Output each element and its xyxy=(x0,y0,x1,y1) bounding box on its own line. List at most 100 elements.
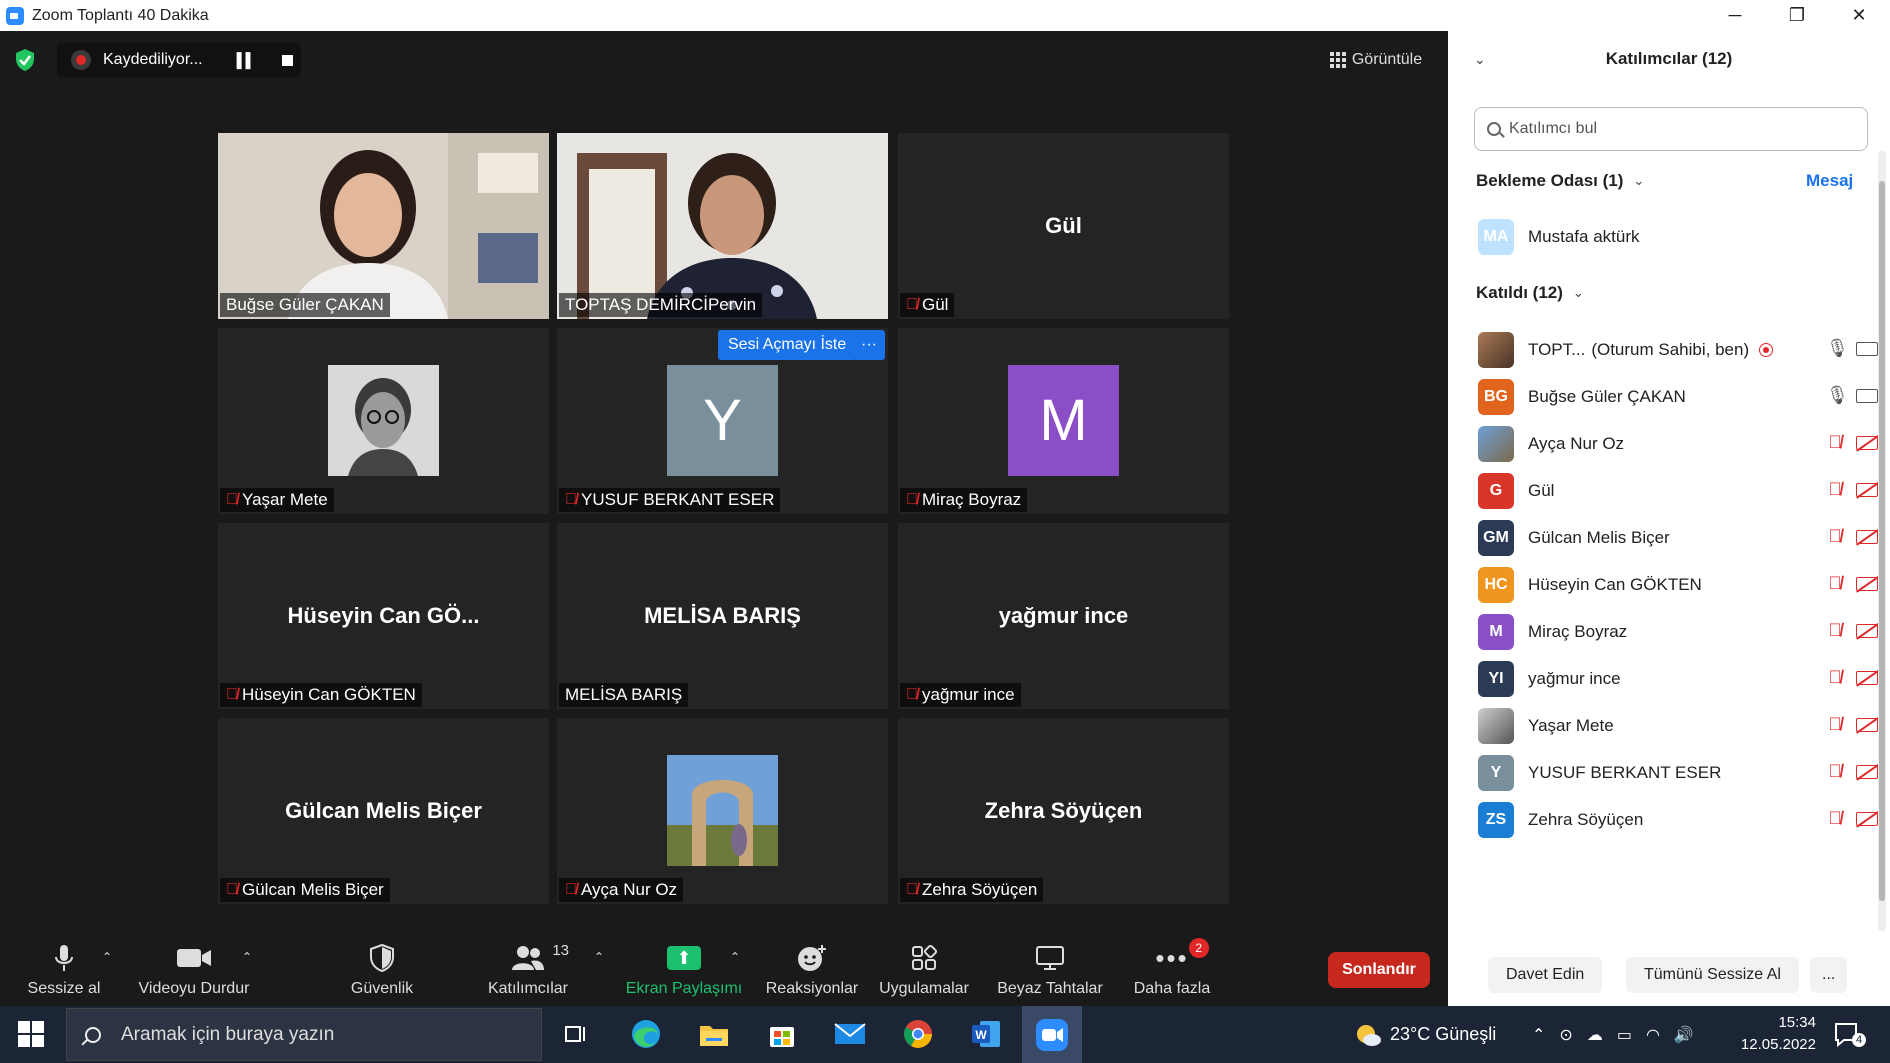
participants-panel: ⌄ Katılımcılar (12) Bekleme Odası (1) ⌄ … xyxy=(1448,31,1890,1006)
pause-recording-button[interactable]: ▌▌ xyxy=(237,52,256,68)
security-button[interactable]: Güvenlik xyxy=(342,936,422,1006)
end-meeting-button[interactable]: Sonlandır xyxy=(1328,952,1430,988)
video-camera-off-icon[interactable] xyxy=(1856,717,1884,732)
participant-row[interactable]: M Miraç Boyraz 🎙̸ xyxy=(1478,612,1884,652)
participant-row[interactable]: GM Gülcan Melis Biçer 🎙̸ xyxy=(1478,518,1884,558)
video-tile[interactable]: 🎙̸ Yaşar Mete xyxy=(218,328,549,514)
participant-row[interactable]: Ayça Nur Oz 🎙̸ xyxy=(1478,424,1884,464)
close-button[interactable]: ✕ xyxy=(1828,0,1890,31)
video-tile-active-speaker[interactable]: TOPTAŞ DEMİRCİPervin xyxy=(557,133,888,319)
participant-row[interactable]: G Gül 🎙̸ xyxy=(1478,471,1884,511)
stop-video-button[interactable]: Videoyu Durdur xyxy=(134,936,254,1006)
invite-button[interactable]: Davet Edin xyxy=(1488,957,1603,993)
weather-widget[interactable]: 23°C Güneşli xyxy=(1354,1006,1496,1063)
video-camera-icon[interactable] xyxy=(1856,341,1884,356)
video-camera-icon[interactable] xyxy=(1856,388,1884,403)
video-camera-off-icon[interactable] xyxy=(1856,764,1884,779)
file-explorer-icon[interactable] xyxy=(694,1014,734,1054)
participant-search-input[interactable] xyxy=(1509,120,1849,138)
video-tile[interactable]: Gülcan Melis Biçer 🎙̸ Gülcan Melis Biçer xyxy=(218,718,549,904)
mute-all-button[interactable]: Tümünü Sessize Al xyxy=(1626,957,1799,993)
taskbar-clock[interactable]: 15:34 12.05.2022 xyxy=(1730,1012,1816,1056)
participant-search[interactable] xyxy=(1474,107,1868,151)
video-tile[interactable]: 🎙̸ Ayça Nur Oz xyxy=(557,718,888,904)
video-tile[interactable]: Gül 🎙̸ Gül xyxy=(898,133,1229,319)
edge-browser-icon[interactable] xyxy=(626,1014,666,1054)
volume-icon[interactable]: 🔊 xyxy=(1674,1025,1694,1045)
participant-display-name: Gül xyxy=(1045,213,1082,238)
video-camera-off-icon[interactable] xyxy=(1856,670,1884,685)
video-camera-off-icon[interactable] xyxy=(1856,576,1884,591)
microphone-muted-icon[interactable]: 🎙̸ xyxy=(1826,479,1844,500)
share-screen-button[interactable]: ⬆ Ekran Paylaşımı xyxy=(624,936,744,1006)
chrome-icon[interactable] xyxy=(898,1014,938,1054)
request-unmute-button[interactable]: Sesi Açmayı İste xyxy=(718,330,857,360)
microphone-muted-icon[interactable]: 🎙̸ xyxy=(1826,573,1844,594)
mute-button[interactable]: Sessize al xyxy=(24,936,104,1006)
more-button[interactable]: ••• 2 Daha fazla xyxy=(1126,936,1218,1006)
battery-icon[interactable]: ▭ xyxy=(1617,1025,1632,1045)
video-tile[interactable]: M 🎙̸ Miraç Boyraz xyxy=(898,328,1229,514)
microphone-muted-icon[interactable]: 🎙̸ xyxy=(1826,432,1844,453)
video-tile[interactable]: Buğse Güler ÇAKAN xyxy=(218,133,549,319)
participant-row[interactable]: BG Buğse Güler ÇAKAN 🎙 xyxy=(1478,377,1884,417)
video-tile[interactable]: MELİSA BARIŞ MELİSA BARIŞ xyxy=(557,523,888,709)
participant-photo xyxy=(667,755,778,866)
share-options-chevron-icon[interactable]: ⌃ xyxy=(730,950,740,964)
view-button[interactable]: Görüntüle xyxy=(1320,41,1432,79)
participant-row[interactable]: TOPT... (Oturum Sahibi, ben) 🎙 xyxy=(1478,330,1884,370)
meet-now-icon[interactable]: ⊙ xyxy=(1559,1025,1572,1045)
participants-options-chevron-icon[interactable]: ⌃ xyxy=(594,950,604,964)
waiting-participant-row[interactable]: MA Mustafa aktürk xyxy=(1478,217,1878,257)
joined-header[interactable]: Katıldı (12) ⌄ xyxy=(1476,283,1584,303)
video-tile[interactable]: Zehra Söyüçen 🎙̸ Zehra Söyüçen xyxy=(898,718,1229,904)
microphone-muted-icon[interactable]: 🎙̸ xyxy=(1826,761,1844,782)
waiting-room-header[interactable]: Bekleme Odası (1) ⌄ xyxy=(1476,171,1644,191)
microphone-muted-icon[interactable]: 🎙̸ xyxy=(1826,620,1844,641)
video-camera-off-icon[interactable] xyxy=(1856,811,1884,826)
windows-start-icon[interactable] xyxy=(18,1021,44,1047)
video-tile[interactable]: yağmur ince 🎙̸ yağmur ince xyxy=(898,523,1229,709)
stop-recording-button[interactable] xyxy=(282,54,294,66)
minimize-button[interactable]: ─ xyxy=(1704,0,1766,31)
panel-scrollbar[interactable] xyxy=(1878,151,1886,931)
reactions-button[interactable]: Reaksiyonlar xyxy=(762,936,862,1006)
whiteboards-button[interactable]: Beyaz Tahtalar xyxy=(994,936,1106,1006)
mail-icon[interactable] xyxy=(830,1014,870,1054)
message-waiting-room-link[interactable]: Mesaj xyxy=(1806,171,1853,191)
panel-more-button[interactable]: ... xyxy=(1810,957,1848,993)
panel-title: Katılımcılar (12) xyxy=(1605,49,1733,68)
participant-row[interactable]: Y YUSUF BERKANT ESER 🎙̸ xyxy=(1478,753,1884,793)
participant-row[interactable]: YI yağmur ince 🎙̸ xyxy=(1478,659,1884,699)
video-camera-off-icon[interactable] xyxy=(1856,529,1884,544)
word-icon[interactable]: W xyxy=(966,1014,1006,1054)
microsoft-store-icon[interactable] xyxy=(762,1014,802,1054)
apps-button[interactable]: Uygulamalar xyxy=(874,936,974,1006)
video-camera-off-icon[interactable] xyxy=(1856,482,1884,497)
wifi-icon[interactable]: ◠ xyxy=(1646,1025,1660,1045)
microphone-icon[interactable]: 🎙 xyxy=(1826,385,1849,406)
taskbar-search[interactable]: Aramak için buraya yazın xyxy=(66,1008,542,1061)
microphone-muted-icon[interactable]: 🎙̸ xyxy=(1826,714,1844,735)
task-view-icon[interactable] xyxy=(556,1014,596,1054)
tile-more-button[interactable]: ··· xyxy=(853,330,885,360)
video-camera-off-icon[interactable] xyxy=(1856,623,1884,638)
encryption-shield-icon[interactable] xyxy=(14,48,36,72)
video-options-chevron-icon[interactable]: ⌃ xyxy=(242,950,252,964)
participant-row[interactable]: HC Hüseyin Can GÖKTEN 🎙̸ xyxy=(1478,565,1884,605)
restore-button[interactable]: ❐ xyxy=(1766,0,1828,31)
microphone-muted-icon[interactable]: 🎙̸ xyxy=(1826,808,1844,829)
notification-center-icon[interactable]: 4 xyxy=(1834,1006,1866,1063)
microphone-muted-icon[interactable]: 🎙̸ xyxy=(1826,526,1844,547)
participant-row[interactable]: Yaşar Mete 🎙̸ xyxy=(1478,706,1884,746)
video-tile[interactable]: Hüseyin Can GÖ... 🎙̸ Hüseyin Can GÖKTEN xyxy=(218,523,549,709)
onedrive-cloud-icon[interactable]: ☁ xyxy=(1587,1025,1603,1045)
participants-button[interactable]: 13 Katılımcılar xyxy=(478,936,578,1006)
participant-row[interactable]: ZS Zehra Söyüçen 🎙̸ xyxy=(1478,800,1884,840)
microphone-icon[interactable]: 🎙 xyxy=(1826,338,1849,359)
microphone-muted-icon[interactable]: 🎙̸ xyxy=(1826,667,1844,688)
audio-options-chevron-icon[interactable]: ⌃ xyxy=(102,950,112,964)
chevron-up-icon[interactable]: ⌃ xyxy=(1532,1025,1545,1045)
zoom-taskbar-icon[interactable] xyxy=(1022,1006,1082,1063)
video-camera-off-icon[interactable] xyxy=(1856,435,1884,450)
